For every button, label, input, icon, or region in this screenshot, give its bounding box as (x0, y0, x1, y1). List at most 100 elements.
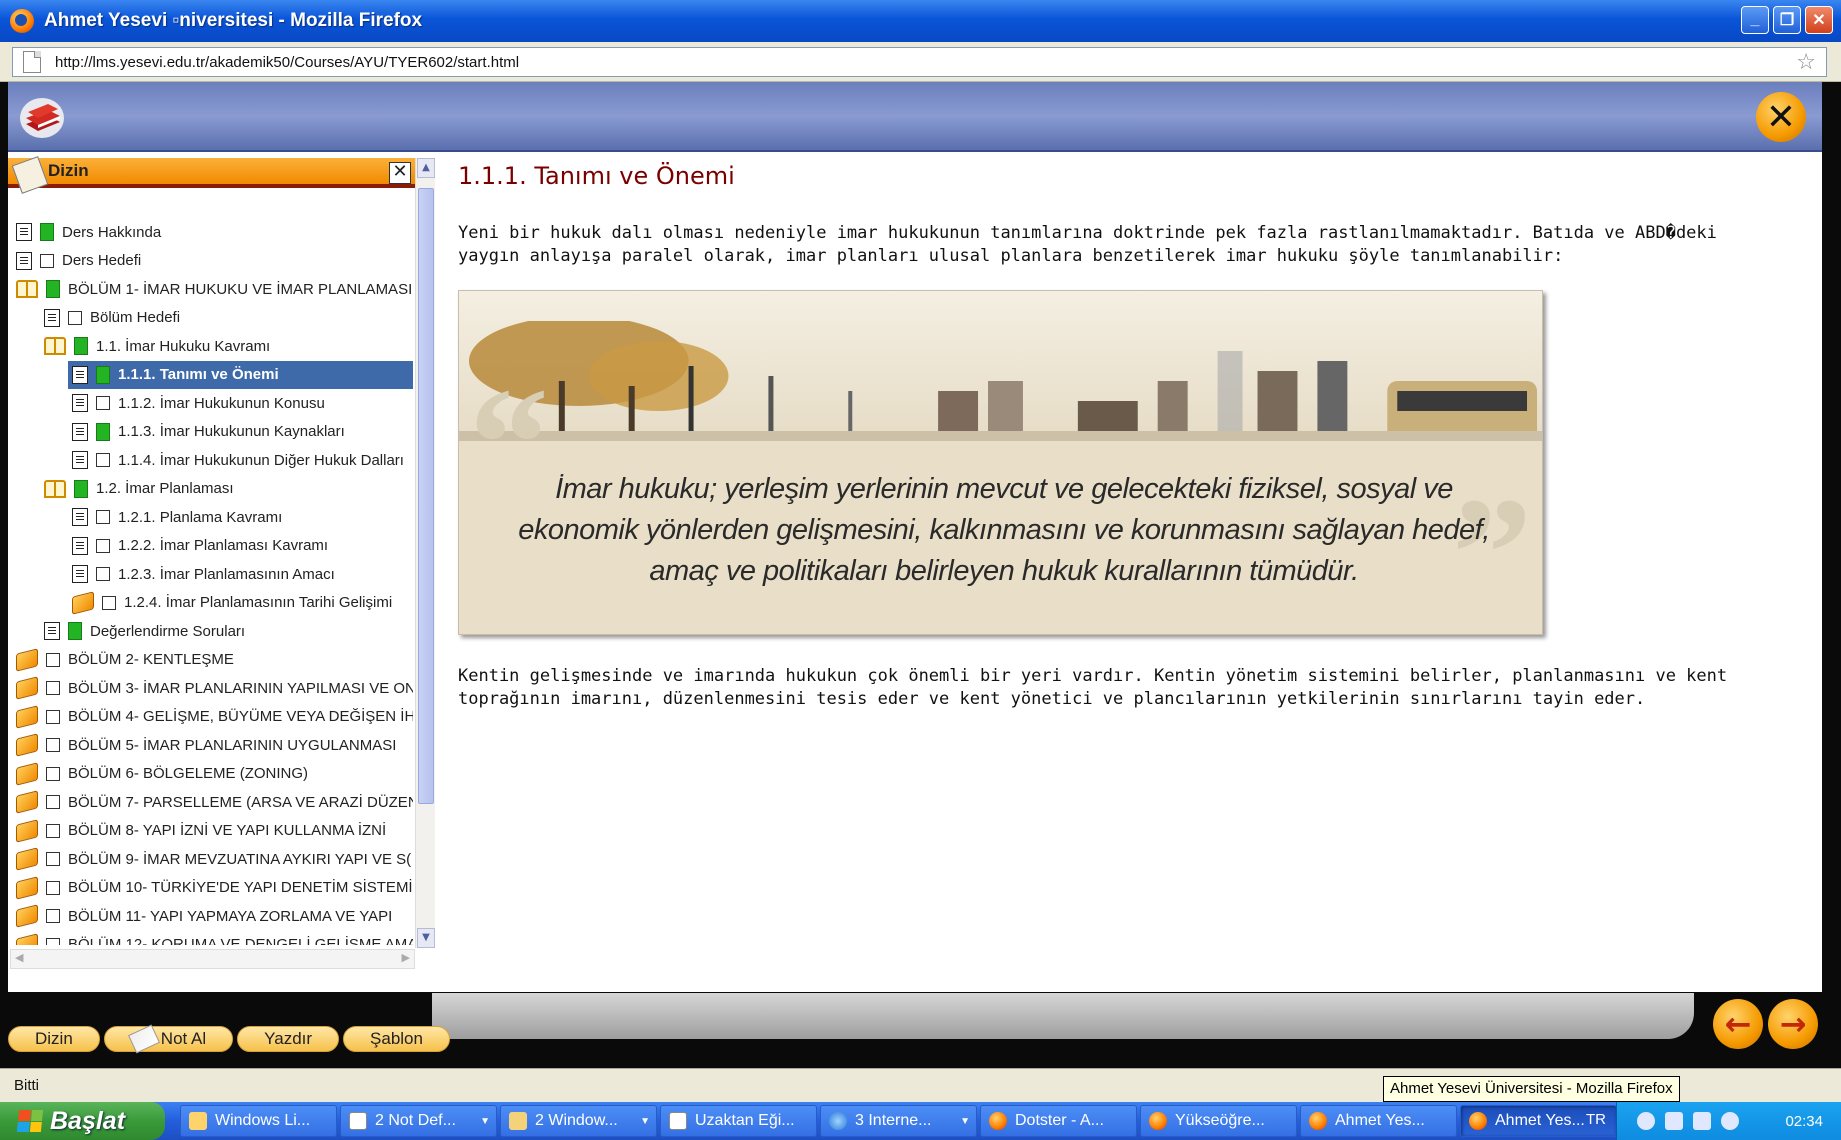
index-sidebar: Dizin ✕ Ders Hakkında Ders Hedefi BÖLÜM 1-… (8, 152, 438, 974)
take-note-button[interactable]: Not Al (103, 1024, 234, 1054)
url-text[interactable]: http://lms.yesevi.edu.tr/akademik50/Cour… (55, 54, 519, 71)
index-item-label: 1.2.2. İmar Planlaması Kavramı (118, 537, 329, 554)
incomplete-status-icon (68, 310, 82, 325)
print-button[interactable]: Yazdır (237, 1026, 340, 1052)
index-item[interactable]: 1.1.4. İmar Hukukunun Diğer Hukuk Dallar… (68, 446, 413, 474)
incomplete-status-icon (96, 453, 110, 467)
language-indicator[interactable]: TR (1586, 1111, 1606, 1128)
restore-button[interactable]: ❐ (1773, 6, 1801, 34)
index-item[interactable]: BÖLÜM 5- İMAR PLANLARININ UYGULANMASI (12, 731, 413, 759)
taskbar-button[interactable]: 3 Interne... ▼ (820, 1105, 977, 1137)
incomplete-status-icon (46, 652, 60, 667)
tray-network-icon[interactable] (1693, 1112, 1711, 1130)
index-item[interactable]: Ders Hedefi (12, 247, 413, 275)
close-window-button[interactable]: ✕ (1805, 6, 1833, 34)
index-item-label: BÖLÜM 5- İMAR PLANLARININ UYGULANMASI (68, 736, 397, 754)
page-icon (23, 51, 41, 73)
index-item-label: Ders Hedefi (62, 252, 142, 269)
index-horizontal-scrollbar[interactable]: ◀ ▶ (10, 949, 415, 969)
scroll-left-arrow-icon[interactable]: ◀ (15, 951, 23, 964)
taskbar-button[interactable]: 2 Window... ▼ (500, 1105, 657, 1137)
scroll-thumb[interactable] (418, 188, 434, 804)
index-item-label: BÖLÜM 4- GELİŞME, BÜYÜME VEYA DEĞİŞEN İH… (68, 708, 413, 725)
tray-volume-icon[interactable] (1721, 1112, 1739, 1130)
scroll-up-arrow-icon[interactable]: ▲ (417, 158, 435, 178)
template-button[interactable]: Şablon (343, 1026, 450, 1052)
index-item[interactable]: BÖLÜM 7- PARSELLEME (ARSA VE ARAZİ DÜZEN (12, 788, 413, 816)
taskbar-button[interactable]: Uzaktan Eği... (660, 1105, 817, 1137)
index-item[interactable]: 1.1.2. İmar Hukukunun Konusu (68, 389, 413, 417)
lesson-title: 1.1.1. Tanımı ve Önemi (458, 162, 735, 190)
taskbar-button[interactable]: 2 Not Def... ▼ (340, 1105, 497, 1137)
bookmark-star-icon[interactable]: ☆ (1796, 50, 1816, 75)
index-item-label: 1.2.3. İmar Planlamasının Amacı (118, 565, 335, 583)
index-item-label: Değerlendirme Soruları (90, 622, 246, 640)
index-item[interactable]: 1.2. İmar Planlaması (40, 475, 413, 503)
index-vertical-scrollbar[interactable]: ▲ ▼ (415, 158, 435, 948)
index-item[interactable]: 1.2.4. İmar Planlamasının Tarihi Gelişim… (68, 589, 413, 617)
course-close-button[interactable]: ✕ (1756, 92, 1806, 142)
index-item-label: BÖLÜM 2- KENTLEŞME (68, 651, 234, 668)
index-item[interactable]: BÖLÜM 9- İMAR MEVZUATINA AYKIRI YAPI VE … (12, 845, 413, 873)
taskbar-button[interactable]: Ahmet Yes... (1300, 1105, 1457, 1137)
taskbar-button[interactable]: Windows Li... (180, 1105, 337, 1137)
window-titlebar[interactable]: Ahmet Yesevi ▫niversitesi - Mozilla Fire… (0, 0, 1841, 42)
index-item[interactable]: Değerlendirme Soruları (40, 617, 413, 645)
index-item[interactable]: BÖLÜM 10- TÜRKİYE'DE YAPI DENETİM SİSTEM… (12, 874, 413, 902)
page-icon (16, 251, 32, 270)
index-item[interactable]: BÖLÜM 6- BÖLGELEME (ZONING) (12, 760, 413, 788)
index-item[interactable]: BÖLÜM 4- GELİŞME, BÜYÜME VEYA DEĞİŞEN İH… (12, 703, 413, 731)
intro-paragraph: Yeni bir hukuk dalı olması nedeniyle ima… (458, 223, 1717, 266)
index-button[interactable]: Dizin (8, 1026, 100, 1052)
window-controls: _ ❐ ✕ (1741, 6, 1833, 34)
start-button[interactable]: Başlat (0, 1102, 165, 1140)
closed-book-icon (16, 733, 38, 757)
taskbar-button-label: 3 Interne... (855, 1112, 932, 1129)
index-item[interactable]: 1.1.3. İmar Hukukunun Kaynakları (68, 418, 413, 446)
index-item[interactable]: Bölüm Hedefi (40, 304, 413, 332)
closed-book-icon (16, 704, 38, 729)
notepad-icon (349, 1112, 367, 1130)
taskbar-button[interactable]: Dotster - A... (980, 1105, 1137, 1137)
closed-book-icon (72, 590, 94, 615)
taskbar-button[interactable]: Yükseöğre... (1140, 1105, 1297, 1137)
tray-expand-icon[interactable] (1637, 1112, 1655, 1130)
index-item[interactable]: Ders Hakkında (12, 218, 413, 246)
index-item-label: Bölüm Hedefi (90, 309, 181, 326)
closed-book-icon (16, 676, 38, 700)
index-item[interactable]: 1.1. İmar Hukuku Kavramı (40, 332, 413, 360)
completed-status-icon (96, 365, 110, 384)
minimize-button[interactable]: _ (1741, 6, 1769, 34)
index-item[interactable]: BÖLÜM 3- İMAR PLANLARININ YAPILMASI VE O… (12, 674, 413, 702)
index-item[interactable]: BÖLÜM 2- KENTLEŞME (12, 646, 413, 674)
index-close-button[interactable]: ✕ (389, 162, 411, 184)
tray-monitor-icon[interactable] (1665, 1112, 1683, 1130)
incomplete-status-icon (46, 852, 60, 866)
taskbar-button-label: Windows Li... (215, 1112, 311, 1129)
status-text: Bitti (14, 1077, 40, 1094)
index-item[interactable]: 1.2.3. İmar Planlamasının Amacı (68, 560, 413, 588)
index-header: Dizin ✕ (8, 156, 415, 194)
course-header: ✕ (8, 82, 1822, 152)
index-item[interactable]: BÖLÜM 1- İMAR HUKUKU VE İMAR PLANLAMASI … (12, 275, 413, 303)
open-book-icon (44, 337, 66, 355)
index-item[interactable]: 1.1.1. Tanımı ve Önemi (68, 360, 413, 389)
index-item[interactable]: 1.2.2. İmar Planlaması Kavramı (68, 532, 413, 560)
pen-icon (127, 1024, 160, 1054)
index-item[interactable]: 1.2.1. Planlama Kavramı (68, 503, 413, 531)
index-title: Dizin (48, 161, 89, 180)
incomplete-status-icon (46, 937, 60, 945)
index-item-label: 1.2.1. Planlama Kavramı (118, 508, 283, 526)
index-item[interactable]: BÖLÜM 12- KORUMA VE DENGELİ GELİŞME AMAC (12, 931, 413, 945)
take-note-label: Not Al (160, 1029, 207, 1048)
next-page-button[interactable]: → (1768, 999, 1818, 1049)
scroll-down-arrow-icon[interactable]: ▼ (417, 928, 435, 948)
url-field[interactable]: http://lms.yesevi.edu.tr/akademik50/Cour… (12, 47, 1827, 77)
completed-status-icon (74, 337, 88, 355)
index-item[interactable]: BÖLÜM 11- YAPI YAPMAYA ZORLAMA VE YAPI (12, 902, 413, 930)
closing-paragraph: Kentin gelişmesinde ve imarında hukukun … (458, 666, 1728, 709)
index-item[interactable]: BÖLÜM 8- YAPI İZNİ VE YAPI KULLANMA İZNİ (12, 817, 413, 845)
previous-page-button[interactable]: ← (1713, 999, 1763, 1049)
clock: 02:34 (1785, 1112, 1823, 1130)
scroll-right-arrow-icon[interactable]: ▶ (402, 951, 410, 964)
